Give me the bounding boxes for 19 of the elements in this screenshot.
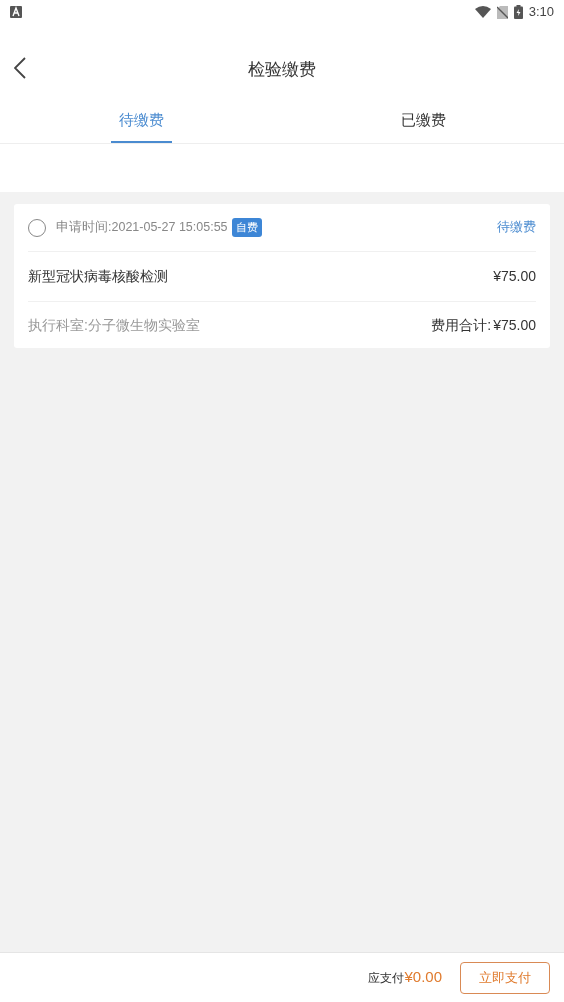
department: 执行科室:分子微生物实验室 [28, 315, 200, 335]
test-item-name: 新型冠状病毒核酸检测 [28, 267, 168, 286]
amount-due-label: 应支付 [368, 969, 405, 987]
total-amount: ¥75.00 [493, 315, 536, 335]
status-time: 3:10 [528, 3, 554, 22]
page-title: 检验缴费 [248, 59, 316, 82]
app-notification-icon [10, 6, 22, 18]
order-status: 待缴费 [497, 219, 536, 237]
request-time: 申请时间:2021-05-27 15:05:55 [56, 219, 228, 237]
payment-type-tag: 自费 [231, 218, 262, 237]
pay-button[interactable]: 立即支付 [460, 961, 550, 994]
no-sim-icon [496, 5, 508, 19]
tab[interactable]: 已缴费 [282, 100, 564, 143]
test-item-price: ¥75.00 [493, 267, 536, 286]
wifi-icon [474, 6, 491, 18]
battery-icon [513, 5, 523, 19]
amount-due: ¥0.00 [404, 967, 442, 988]
total-label: 费用合计: [431, 315, 492, 335]
back-icon [14, 57, 26, 79]
